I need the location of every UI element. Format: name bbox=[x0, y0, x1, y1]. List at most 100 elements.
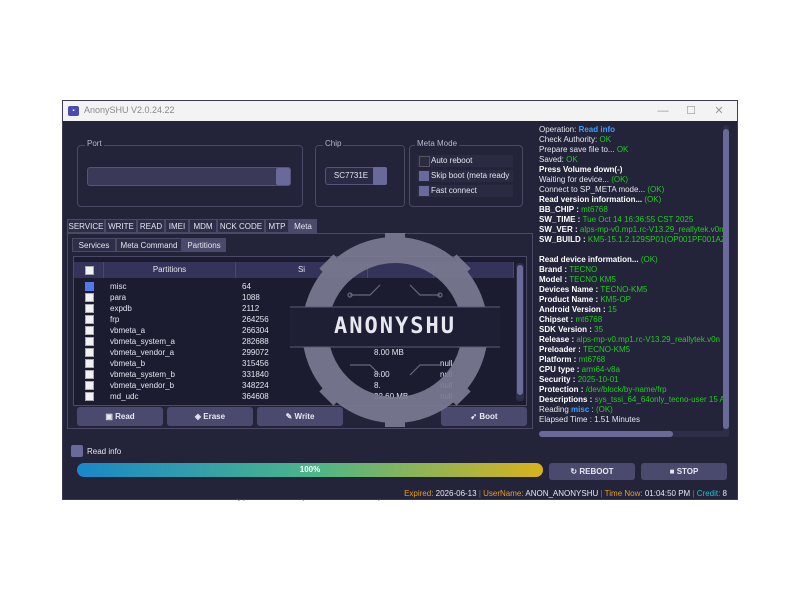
stop-button[interactable]: ■ STOP bbox=[641, 463, 727, 480]
skip-boot-option[interactable]: Skip boot (meta ready bbox=[417, 170, 513, 182]
log-vertical-thumb[interactable] bbox=[723, 129, 729, 429]
tab-write[interactable]: WRITE bbox=[105, 219, 137, 233]
row-checkbox[interactable] bbox=[85, 348, 94, 357]
subtab-meta-command[interactable]: Meta Command bbox=[116, 238, 182, 252]
log-line: Product Name : KM5-OP bbox=[539, 295, 727, 305]
port-select[interactable] bbox=[87, 167, 291, 186]
app-window: ▪ AnonySHU V2.0.24.22 — ☐ ✕ Port Chip SC… bbox=[62, 100, 738, 500]
chip-label: Chip bbox=[323, 139, 344, 148]
skip-boot-checkbox[interactable] bbox=[419, 171, 429, 181]
log-segment: KM5-15.1.2.129SP01(OP001PF001AZ) bbox=[587, 235, 727, 244]
header-select-all[interactable] bbox=[74, 262, 104, 278]
log-line: Press Volume down(-) bbox=[539, 165, 727, 175]
subtab-services[interactable]: Services bbox=[72, 238, 116, 252]
erase-button[interactable]: ◈ Erase bbox=[167, 407, 253, 426]
log-line: Connect to SP_META mode... (OK) bbox=[539, 185, 727, 195]
separator-2: | bbox=[600, 489, 603, 498]
table-scrollbar-thumb[interactable] bbox=[517, 265, 523, 395]
tab-imei[interactable]: IMEI bbox=[165, 219, 189, 233]
partition-start: 315456 bbox=[242, 359, 269, 368]
log-line: Waiting for device... (OK) bbox=[539, 175, 727, 185]
log-segment: Tue Oct 14 16:36:55 CST 2025 bbox=[582, 215, 694, 224]
row-checkbox[interactable] bbox=[85, 370, 94, 379]
table-scrollbar[interactable] bbox=[516, 263, 524, 401]
header-partitions[interactable]: Partitions bbox=[104, 262, 236, 278]
partition-name: expdb bbox=[110, 304, 132, 313]
log-line: Elapsed Time : 1.51 Minutes bbox=[539, 415, 727, 425]
log-line: Security : 2025-10-01 bbox=[539, 375, 727, 385]
tab-mdm[interactable]: MDM bbox=[189, 219, 217, 233]
auto-reboot-checkbox[interactable] bbox=[419, 156, 430, 167]
log-segment: SW_BUILD : bbox=[539, 235, 588, 244]
log-line: Platform : mt6768 bbox=[539, 355, 727, 365]
partition-name: md_udc bbox=[110, 392, 139, 401]
log-segment: OK bbox=[566, 155, 578, 164]
chip-dropdown-button[interactable] bbox=[373, 167, 387, 185]
tab-read[interactable]: READ bbox=[137, 219, 165, 233]
read-button[interactable]: ▣ Read bbox=[77, 407, 163, 426]
separator-3: | bbox=[692, 489, 695, 498]
log-segment: Check Authority: bbox=[539, 135, 600, 144]
log-segment: Prepare save file to... bbox=[539, 145, 617, 154]
read-info-checkbox[interactable] bbox=[71, 445, 83, 457]
partition-name: vbmeta_vendor_a bbox=[110, 348, 175, 357]
close-button[interactable]: ✕ bbox=[705, 103, 733, 119]
tab-mtp[interactable]: MTP bbox=[265, 219, 289, 233]
log-segment: 35 bbox=[594, 325, 604, 334]
log-horizontal-thumb[interactable] bbox=[539, 431, 673, 437]
save-icon: ▣ bbox=[105, 412, 116, 421]
log-segment: Protection : bbox=[539, 385, 586, 394]
title-bar[interactable]: ▪ AnonySHU V2.0.24.22 — ☐ ✕ bbox=[63, 101, 737, 121]
log-segment: Model : bbox=[539, 275, 570, 284]
port-dropdown-button[interactable] bbox=[276, 168, 290, 185]
progress-bar: 100% bbox=[77, 463, 543, 477]
row-checkbox[interactable] bbox=[85, 293, 94, 302]
reboot-button[interactable]: ↻ REBOOT bbox=[549, 463, 635, 480]
partition-name: vbmeta_a bbox=[110, 326, 146, 335]
row-checkbox[interactable] bbox=[85, 304, 94, 313]
fast-connect-option[interactable]: Fast connect bbox=[417, 185, 513, 197]
partition-name: misc bbox=[110, 282, 127, 291]
log-segment: Operation: bbox=[539, 125, 579, 134]
log-segment: alps-mp-v0.mp1.rc-V13.29_reallytek.v0n bbox=[579, 225, 724, 234]
minimize-button[interactable]: — bbox=[649, 103, 677, 119]
log-line: Protection : /dev/block/by-name/frp bbox=[539, 385, 727, 395]
partition-name: vbmeta_b bbox=[110, 359, 146, 368]
row-checkbox[interactable] bbox=[85, 315, 94, 324]
log-line: Descriptions : sys_tssi_64_64only_tecno-… bbox=[539, 395, 727, 405]
read-info-label: Read info bbox=[87, 447, 122, 456]
log-segment: misc bbox=[571, 405, 590, 414]
expired-label: Expired: bbox=[404, 489, 434, 498]
row-checkbox[interactable] bbox=[85, 392, 94, 401]
log-segment: arm64-v8a bbox=[581, 365, 620, 374]
log-segment: (OK) bbox=[640, 255, 658, 264]
log-segment: Read device information... bbox=[539, 255, 641, 264]
log-line: SW_TIME : Tue Oct 14 16:36:55 CST 2025 bbox=[539, 215, 727, 225]
row-checkbox[interactable] bbox=[85, 326, 94, 335]
maximize-button[interactable]: ☐ bbox=[677, 103, 705, 119]
log-vertical-scrollbar[interactable] bbox=[723, 125, 729, 437]
row-checkbox[interactable] bbox=[85, 359, 94, 368]
select-all-checkbox[interactable] bbox=[85, 266, 94, 275]
chip-select[interactable]: SC7731E bbox=[325, 167, 377, 185]
partition-name: vbmeta_system_b bbox=[110, 370, 175, 379]
row-checkbox[interactable] bbox=[85, 381, 94, 390]
row-checkbox[interactable] bbox=[85, 337, 94, 346]
tab-nck-code[interactable]: NCK CODE bbox=[217, 219, 265, 233]
stop-icon: ■ bbox=[669, 467, 677, 476]
fast-connect-checkbox[interactable] bbox=[419, 186, 429, 196]
auto-reboot-option[interactable]: Auto reboot bbox=[417, 155, 513, 167]
partition-start: 2112 bbox=[242, 304, 260, 313]
app-icon: ▪ bbox=[68, 106, 79, 116]
log-segment: Chipset : bbox=[539, 315, 576, 324]
partition-start: 282688 bbox=[242, 337, 269, 346]
log-line: Preloader : TECNO-KM5 bbox=[539, 345, 727, 355]
log-horizontal-scrollbar[interactable] bbox=[539, 431, 727, 437]
row-checkbox[interactable] bbox=[85, 282, 94, 291]
subtab-partitions[interactable]: Partitions bbox=[182, 238, 226, 252]
log-segment: OK bbox=[616, 145, 629, 154]
log-segment: OK bbox=[599, 135, 612, 144]
tab-service[interactable]: SERVICE bbox=[67, 219, 105, 233]
partition-start: 1088 bbox=[242, 293, 260, 302]
log-segment: TECNO KM5 bbox=[569, 275, 616, 284]
